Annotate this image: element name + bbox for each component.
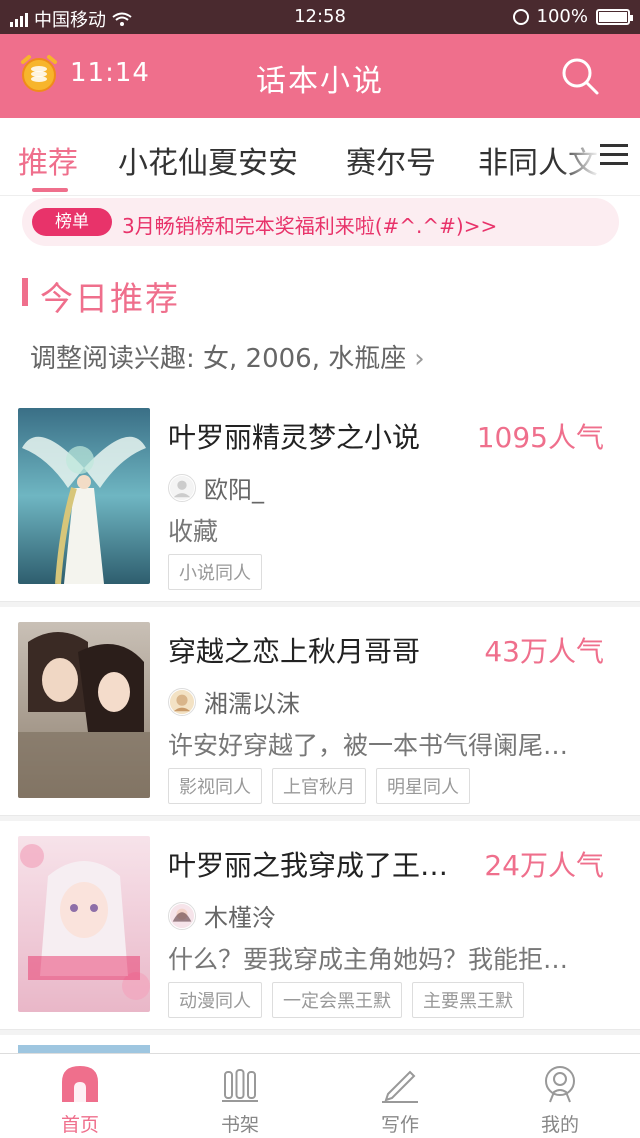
book-tag[interactable]: 动漫同人 bbox=[168, 982, 262, 1018]
divider bbox=[0, 601, 640, 607]
alarm-icon bbox=[512, 8, 529, 25]
book-tag[interactable]: 主要黑王默 bbox=[412, 982, 524, 1018]
search-icon[interactable] bbox=[560, 56, 600, 96]
book-cover bbox=[18, 622, 150, 798]
book-tags: 小说同人 bbox=[168, 554, 262, 590]
next-book-cover-peek bbox=[18, 1045, 150, 1053]
book-description: 许安好穿越了，被一本书气得阑尾… bbox=[168, 731, 569, 760]
ranking-banner[interactable]: 榜单 3月畅销榜和完本奖福利来啦(#^.^#)>> bbox=[22, 198, 619, 246]
category-tabs: 推荐 小花仙夏安安 赛尔号 非同人文 bbox=[0, 118, 640, 196]
book-tag[interactable]: 一定会黑王默 bbox=[272, 982, 402, 1018]
author-name: 湘濡以沫 bbox=[204, 690, 300, 718]
tabs-menu-icon[interactable] bbox=[600, 144, 628, 166]
ranking-badge: 榜单 bbox=[32, 208, 112, 236]
book-popularity: 24万人气 bbox=[484, 849, 604, 882]
book-tag[interactable]: 影视同人 bbox=[168, 768, 262, 804]
app-header: 11:14 话本小说 bbox=[0, 34, 640, 118]
author-name: 木槿泠 bbox=[204, 904, 276, 932]
status-right: 100% bbox=[512, 6, 633, 27]
nav-label: 写作 bbox=[380, 1114, 419, 1136]
book-tag[interactable]: 明星同人 bbox=[376, 768, 470, 804]
divider bbox=[0, 1029, 640, 1035]
tab-xiaohuaxian[interactable]: 小花仙夏安安 bbox=[118, 138, 298, 182]
section-title: 今日推荐 bbox=[40, 279, 180, 318]
app-title: 话本小说 bbox=[256, 64, 384, 99]
book-tag[interactable]: 小说同人 bbox=[168, 554, 262, 590]
book-item[interactable]: 叶罗丽之我穿成了王… 24万人气 木槿泠 什么？要我穿成主角她妈？我能拒… 动漫… bbox=[0, 836, 640, 1048]
section-accent-bar bbox=[22, 278, 28, 306]
author-name: 欧阳_ bbox=[204, 476, 264, 504]
book-tag[interactable]: 上官秋月 bbox=[272, 768, 366, 804]
battery-icon bbox=[596, 8, 633, 25]
book-cover bbox=[18, 408, 150, 584]
book-title: 穿越之恋上秋月哥哥 bbox=[168, 635, 421, 668]
bookshelf-icon bbox=[222, 1069, 258, 1102]
book-author[interactable]: 湘濡以沫 bbox=[168, 684, 300, 719]
tab-recommend[interactable]: 推荐 bbox=[18, 138, 78, 182]
nav-profile[interactable]: 我的 bbox=[480, 1054, 640, 1138]
avatar bbox=[168, 901, 196, 930]
interest-text: 调整阅读兴趣: 女, 2006, 水瓶座 bbox=[30, 344, 407, 374]
profile-icon bbox=[545, 1066, 575, 1103]
nav-label: 我的 bbox=[540, 1114, 579, 1136]
book-popularity: 43万人气 bbox=[484, 635, 604, 668]
banner-text: 3月畅销榜和完本奖福利来啦(#^.^#)>> bbox=[122, 214, 498, 238]
nav-bookshelf[interactable]: 书架 bbox=[160, 1054, 320, 1138]
nav-label: 首页 bbox=[60, 1114, 99, 1136]
bottom-navigation: 首页 书架 写作 我的 bbox=[0, 1053, 640, 1138]
book-description: 什么？要我穿成主角她妈？我能拒… bbox=[168, 945, 569, 974]
home-icon bbox=[62, 1066, 98, 1102]
nav-label: 书架 bbox=[220, 1114, 259, 1136]
status-bar: 中国移动 12:58 100% bbox=[0, 0, 640, 34]
avatar bbox=[168, 473, 196, 502]
book-title: 叶罗丽精灵梦之小说 bbox=[168, 421, 421, 454]
tab-saierhao[interactable]: 赛尔号 bbox=[346, 138, 436, 182]
battery-percent: 100% bbox=[536, 6, 588, 27]
book-item[interactable]: 穿越之恋上秋月哥哥 43万人气 湘濡以沫 许安好穿越了，被一本书气得阑尾… 影视… bbox=[0, 622, 640, 834]
divider bbox=[0, 815, 640, 821]
book-cover bbox=[18, 836, 150, 1012]
nav-write[interactable]: 写作 bbox=[320, 1054, 480, 1138]
book-item[interactable]: 叶罗丽精灵梦之小说 1095人气 欧阳_ 收藏 小说同人 bbox=[0, 408, 640, 620]
book-author[interactable]: 木槿泠 bbox=[168, 898, 276, 933]
book-tags: 动漫同人 一定会黑王默 主要黑王默 bbox=[168, 982, 524, 1018]
book-title: 叶罗丽之我穿成了王… bbox=[168, 849, 449, 882]
book-popularity: 1095人气 bbox=[476, 421, 604, 454]
book-description: 收藏 bbox=[168, 517, 219, 546]
nav-home[interactable]: 首页 bbox=[0, 1054, 160, 1138]
chevron-right-icon: › bbox=[414, 344, 425, 374]
pencil-icon bbox=[382, 1070, 418, 1103]
book-tags: 影视同人 上官秋月 明星同人 bbox=[168, 768, 470, 804]
avatar bbox=[168, 687, 196, 716]
book-author[interactable]: 欧阳_ bbox=[168, 470, 264, 505]
active-tab-indicator bbox=[32, 188, 68, 192]
adjust-interest-link[interactable]: 调整阅读兴趣: 女, 2006, 水瓶座 › bbox=[30, 338, 425, 375]
